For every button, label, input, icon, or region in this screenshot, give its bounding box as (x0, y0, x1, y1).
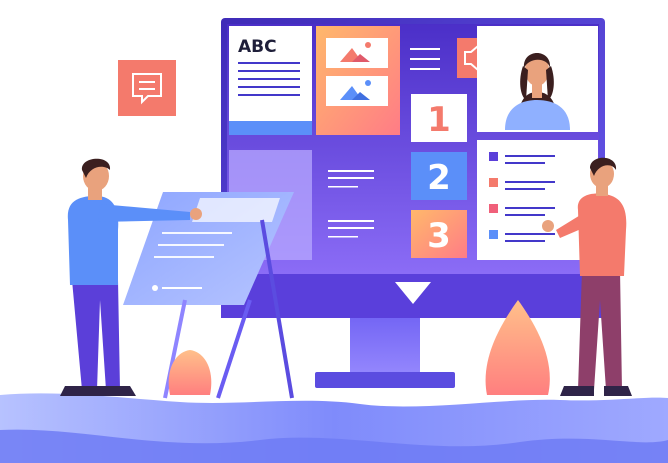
image-card (316, 26, 400, 135)
video-call-panel (477, 26, 598, 132)
illustration: ABC 1 2 3 (0, 18, 668, 463)
step-3: 3 (411, 210, 467, 258)
step-2-label: 2 (427, 158, 451, 198)
step-1: 1 (411, 94, 467, 142)
step-3-label: 3 (427, 216, 451, 256)
step-1-label: 1 (427, 100, 451, 140)
chat-icon (118, 60, 176, 116)
doc-heading: ABC (238, 37, 277, 57)
step-2: 2 (411, 152, 467, 200)
document-card: ABC (229, 26, 312, 135)
